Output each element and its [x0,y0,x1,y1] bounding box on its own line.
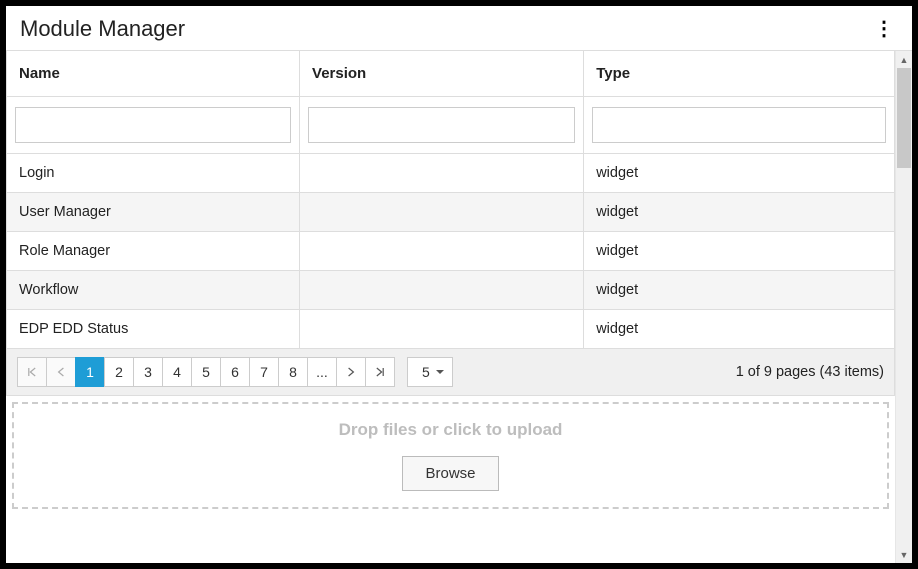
cell-name: Workflow [7,271,300,310]
table-row[interactable]: User Manager widget [7,193,895,232]
cell-version [300,232,584,271]
panel-header: Module Manager ⋮ [6,6,912,51]
cell-type: widget [584,154,895,193]
cell-version [300,154,584,193]
pager-page-button[interactable]: 1 [75,357,105,387]
cell-type: widget [584,271,895,310]
pager-page-button[interactable]: 2 [104,357,134,387]
scroll-up-icon[interactable]: ▲ [896,51,912,68]
pager-page-button[interactable]: 8 [278,357,308,387]
module-manager-panel: Module Manager ⋮ Name Version Type [6,6,912,563]
vertical-scrollbar[interactable]: ▲ ▼ [895,51,912,563]
last-page-icon [376,367,384,377]
pager-page-button[interactable]: 5 [191,357,221,387]
cell-version [300,271,584,310]
pager-last-button[interactable] [365,357,395,387]
panel-title: Module Manager [20,16,185,42]
pager: 12345678... 5 1 of 9 pages (43 items) [6,349,895,396]
pager-prev-button[interactable] [46,357,76,387]
table-row[interactable]: Login widget [7,154,895,193]
column-header-version[interactable]: Version [300,51,584,97]
upload-dropzone[interactable]: Drop files or click to upload Browse [12,402,889,509]
table-row[interactable]: Workflow widget [7,271,895,310]
prev-page-icon [57,367,65,377]
pager-first-button[interactable] [17,357,47,387]
filter-name-input[interactable] [15,107,291,143]
column-header-type[interactable]: Type [584,51,895,97]
page-size-select[interactable]: 5 [407,357,453,387]
filter-row [7,97,895,154]
pager-page-button[interactable]: 7 [249,357,279,387]
kebab-menu-icon[interactable]: ⋮ [868,19,900,39]
cell-version [300,310,584,349]
scroll-down-icon[interactable]: ▼ [896,546,912,563]
cell-type: widget [584,232,895,271]
first-page-icon [28,367,36,377]
upload-hint-text: Drop files or click to upload [14,420,887,440]
filter-type-input[interactable] [592,107,886,143]
pager-next-button[interactable] [336,357,366,387]
module-table: Name Version Type LoginwidgetUser Manage… [6,51,895,349]
page-size-value: 5 [422,364,430,380]
column-header-name[interactable]: Name [7,51,300,97]
cell-name: Role Manager [7,232,300,271]
pager-page-button[interactable]: 3 [133,357,163,387]
pager-page-button[interactable]: 6 [220,357,250,387]
filter-version-input[interactable] [308,107,575,143]
cell-type: widget [584,310,895,349]
table-row[interactable]: EDP EDD Status widget [7,310,895,349]
cell-name: Login [7,154,300,193]
pager-page-button[interactable]: 4 [162,357,192,387]
cell-type: widget [584,193,895,232]
browse-button-label: Browse [425,465,475,482]
cell-name: User Manager [7,193,300,232]
scrollbar-thumb[interactable] [897,68,911,168]
cell-name: EDP EDD Status [7,310,300,349]
pager-info: 1 of 9 pages (43 items) [736,364,884,380]
chevron-down-icon [436,370,444,378]
browse-button[interactable]: Browse [402,456,498,491]
pager-ellipsis[interactable]: ... [307,357,337,387]
table-row[interactable]: Role Manager widget [7,232,895,271]
cell-version [300,193,584,232]
next-page-icon [347,367,355,377]
